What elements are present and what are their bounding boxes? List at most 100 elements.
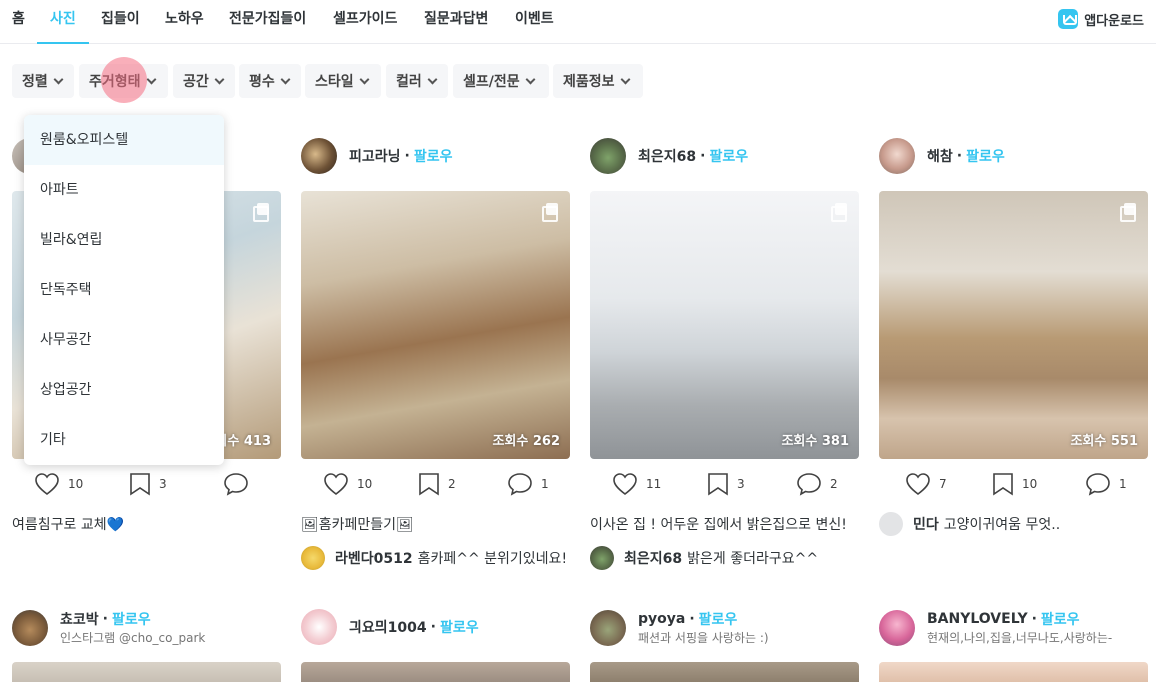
avatar [301, 138, 337, 174]
follow-button[interactable]: 팔로우 [699, 609, 738, 629]
tab-photos[interactable]: 사진 [37, 0, 89, 44]
commenter-name[interactable]: 라벤다0512 [335, 548, 413, 568]
author-name: BANYLOVELY [927, 611, 1028, 627]
view-count: 조회수 551 [1070, 434, 1138, 449]
comment-button[interactable] [223, 472, 257, 496]
author-bio: 인스타그램 @cho_co_park [60, 631, 206, 645]
chevron-down-icon [280, 74, 291, 84]
follow-button[interactable]: 팔로우 [414, 146, 453, 166]
tab-home[interactable]: 홈 [12, 0, 25, 44]
bookmark-icon [130, 473, 150, 496]
scrap-button[interactable]: 3 [129, 472, 167, 496]
card-photo[interactable] [879, 662, 1148, 682]
filter-self-expert[interactable]: 셀프/전문 [453, 64, 549, 98]
scrap-button[interactable]: 10 [992, 472, 1037, 496]
like-button[interactable]: 11 [612, 472, 661, 496]
card-author[interactable]: 피고라닝 · 팔로우 [301, 138, 453, 174]
comment-button[interactable]: 2 [796, 472, 838, 496]
comment-text: 밝은게 좋더라구요^^ [687, 551, 819, 567]
follow-button[interactable]: 팔로우 [440, 617, 479, 637]
chevron-down-icon [359, 74, 370, 84]
scrap-button[interactable]: 3 [707, 472, 745, 496]
filter-size[interactable]: 평수 [239, 64, 301, 98]
like-button[interactable]: 10 [34, 472, 83, 496]
chevron-down-icon [53, 74, 64, 84]
comment-count: 2 [830, 477, 838, 491]
comment-text: 홈카페^^ 분위기있네요! [417, 551, 568, 567]
card-photo[interactable]: 조회수 551 [879, 191, 1148, 459]
author-name: 긔요믜1004 [349, 620, 427, 636]
bookmark-icon [419, 473, 439, 496]
commenter-name[interactable]: 민다 [913, 514, 939, 534]
scrap-count: 10 [1022, 477, 1038, 491]
card-author[interactable]: BANYLOVELY · 팔로우 현재의,나의,집을,너무나도,사랑하는- [879, 609, 1112, 646]
filter-color[interactable]: 컬러 [386, 64, 448, 98]
card-actions: 10 3 [12, 472, 281, 498]
tab-housewarming[interactable]: 집들이 [101, 0, 140, 44]
card-author[interactable]: 쵸코박 · 팔로우 인스타그램 @cho_co_park [12, 609, 205, 646]
like-count: 10 [68, 477, 84, 491]
like-count: 7 [939, 477, 947, 491]
filter-product-info[interactable]: 제품정보 [553, 64, 643, 98]
tab-events[interactable]: 이벤트 [515, 0, 554, 44]
card-author[interactable]: 해참 · 팔로우 [879, 138, 1005, 174]
card-photo[interactable]: 조회수 381 [590, 191, 859, 459]
chevron-down-icon [146, 74, 156, 84]
comment-icon [224, 473, 248, 496]
author-name: 쵸코박 [60, 612, 99, 628]
scrap-button[interactable]: 2 [418, 472, 456, 496]
card-author[interactable]: 최은지68 · 팔로우 [590, 138, 748, 174]
app-download-icon [1058, 9, 1079, 29]
option-other[interactable]: 기타 [24, 415, 224, 465]
card-description: 여름침구로 교체💙 [12, 517, 125, 533]
option-detached-house[interactable]: 단독주택 [24, 265, 224, 315]
card-description: 이사온 집 ! 어두운 집에서 밝은집으로 변신! [590, 517, 847, 533]
commenter-avatar [301, 546, 325, 570]
filter-space[interactable]: 공간 [173, 64, 235, 98]
tab-qna[interactable]: 질문과답변 [424, 0, 488, 44]
commenter-name[interactable]: 최은지68 [624, 548, 682, 568]
like-count: 10 [357, 477, 373, 491]
card-photo[interactable]: 조회수 262 [301, 191, 570, 459]
chevron-down-icon [620, 74, 630, 84]
comment-text: 고양이귀여움 무엇.. [943, 517, 1061, 533]
option-office[interactable]: 사무공간 [24, 315, 224, 365]
comment-count: 1 [1119, 477, 1127, 491]
card-author[interactable]: 긔요믜1004 · 팔로우 [301, 609, 479, 645]
like-button[interactable]: 10 [323, 472, 372, 496]
card-photo[interactable] [12, 662, 281, 682]
view-count: 조회수 381 [781, 434, 849, 449]
option-commercial[interactable]: 상업공간 [24, 365, 224, 415]
option-oneroom-officetel[interactable]: 원룸&오피스텔 [24, 115, 224, 165]
comment-button[interactable]: 1 [507, 472, 549, 496]
follow-button[interactable]: 팔로우 [112, 609, 151, 629]
follow-button[interactable]: 팔로우 [966, 146, 1005, 166]
follow-button[interactable]: 팔로우 [709, 146, 748, 166]
follow-button[interactable]: 팔로우 [1041, 609, 1080, 629]
comment-icon [508, 473, 532, 496]
card-photo[interactable] [590, 662, 859, 682]
avatar [879, 609, 915, 646]
scrap-count: 3 [737, 477, 745, 491]
author-bio: 현재의,나의,집을,너무나도,사랑하는- [927, 631, 1113, 645]
scrap-count: 2 [448, 477, 456, 491]
comment-button[interactable]: 1 [1085, 472, 1127, 496]
tab-knowhow[interactable]: 노하우 [165, 0, 204, 44]
like-button[interactable]: 7 [905, 472, 947, 496]
card-photo[interactable] [301, 662, 570, 682]
filter-housing-type[interactable]: 주거형태 [79, 64, 168, 98]
commenter-avatar [879, 512, 903, 536]
tab-self-guide[interactable]: 셀프가이드 [333, 0, 397, 44]
card-author[interactable]: pyoya · 팔로우 패션과 서핑을 사랑하는 :) [590, 609, 769, 646]
filter-style[interactable]: 스타일 [305, 64, 381, 98]
tab-expert-housewarming[interactable]: 전문가집들이 [229, 0, 306, 44]
option-apartment[interactable]: 아파트 [24, 165, 224, 215]
avatar [590, 609, 626, 646]
comment-icon [1086, 473, 1110, 496]
option-villa[interactable]: 빌라&연립 [24, 215, 224, 265]
app-download-label: 앱다운로드 [1084, 13, 1144, 29]
app-download-button[interactable]: 앱다운로드 [1058, 8, 1144, 30]
multi-photo-icon [253, 203, 269, 222]
card-description: 🖼홈카페만들기🖼 [301, 517, 414, 533]
filter-sort[interactable]: 정렬 [12, 64, 74, 98]
